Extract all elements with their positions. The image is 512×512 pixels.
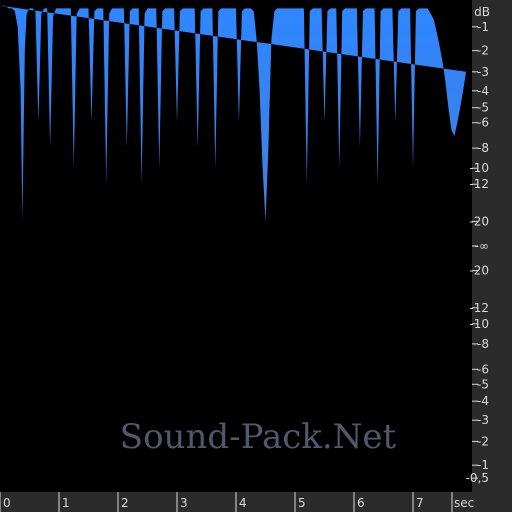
db-tick-label: -5 (477, 377, 489, 391)
time-tick-label: 6 (357, 496, 365, 510)
db-tick-label: -6 (477, 116, 489, 130)
db-unit-label: dB (474, 5, 490, 19)
db-tick-label: -3 (477, 65, 489, 79)
db-tick-label: -12 (469, 177, 489, 191)
waveform-view: dB -1 -2 -3 -4 -5 -6 -8 -10 -12 -20 -∞ -20 -12 -10 -8 -6… (0, 0, 512, 512)
db-tick-label: -20 (469, 214, 489, 228)
time-ruler-panel (0, 492, 512, 512)
time-tick-label: 5 (298, 496, 306, 510)
db-tick-label: -4 (477, 394, 489, 408)
db-tick-label: -8 (477, 337, 489, 351)
db-tick-label: -12 (469, 301, 489, 315)
time-tick-label: 3 (180, 496, 188, 510)
db-tick-label: -1 (477, 458, 489, 472)
db-tick-label: -4 (477, 84, 489, 98)
db-tick-label: -10 (469, 161, 489, 175)
db-tick-label: -5 (477, 101, 489, 115)
db-tick-label: -8 (477, 141, 489, 155)
time-tick-label: 1 (62, 496, 70, 510)
time-unit-label: sec (454, 496, 474, 510)
db-tick-label: -3 (477, 413, 489, 427)
db-tick-label: -10 (469, 317, 489, 331)
db-tick-label: -2 (477, 434, 489, 448)
db-tick-label: -∞ (475, 239, 489, 253)
db-tick-label: -2 (477, 44, 489, 58)
waveform-chart: dB-1-2-3-4-5-6-8-10-12-20-∞-20-12-10-8-6… (0, 0, 512, 512)
time-tick-label: 0 (3, 496, 11, 510)
db-tick-label: -6 (477, 362, 489, 376)
time-tick-label: 2 (121, 496, 129, 510)
time-tick-label: 4 (239, 496, 247, 510)
time-tick-label: 7 (416, 496, 424, 510)
db-tick-label: -0,5 (466, 471, 489, 485)
db-tick-label: -20 (469, 264, 489, 278)
watermark-text: Sound-Pack.Net (120, 417, 397, 457)
db-tick-label: -1 (477, 20, 489, 34)
